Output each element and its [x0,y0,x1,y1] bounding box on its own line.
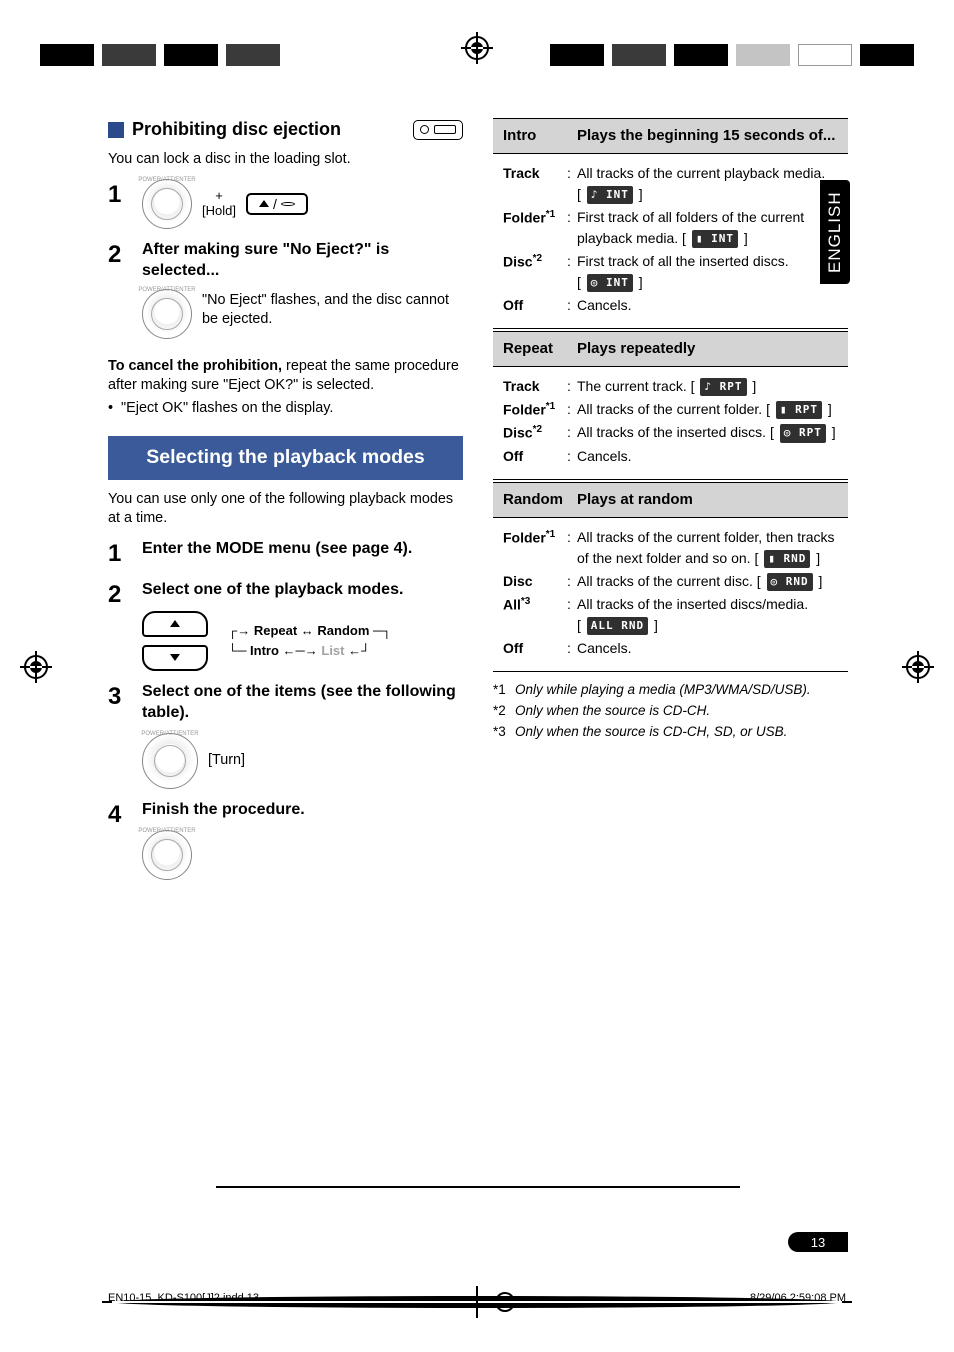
table-row: Disc*2 : First track of all the inserted… [503,251,838,293]
table-body: Track : All tracks of the current playba… [493,154,848,329]
step-number: 2 [108,579,128,611]
table-row: Folder*1 : First track of all folders of… [503,207,838,249]
cancel-bold: To cancel the prohibition, [108,358,282,374]
step-2-title: After making sure "No Eject?" is selecte… [142,239,463,281]
step-2-desc: "No Eject" flashes, and the disc cannot … [202,289,463,329]
table-row: Track : All tracks of the current playba… [503,163,838,205]
step-number: 1 [108,538,128,570]
table-row: Off : Cancels. [503,295,838,316]
pm-step-3: 3 Select one of the items (see the follo… [108,681,463,789]
crop-square [550,44,604,66]
pm-step-1-title: Enter the MODE menu (see page 4). [142,538,463,559]
cancel-block: To cancel the prohibition, repeat the sa… [108,357,463,418]
table-row: Folder*1 : All tracks of the current fol… [503,399,838,421]
registration-mark-icon [24,655,48,679]
footnote: *3Only when the source is CD-CH, SD, or … [493,722,848,743]
table-row: Disc*2 : All tracks of the inserted disc… [503,422,838,444]
crop-square [102,44,156,66]
table-header: IntroPlays the beginning 15 seconds of..… [493,119,848,154]
table-body: Track : The current track. [ ♪ RPT ] Fol… [493,367,848,480]
crop-square [798,44,852,66]
registration-mark-icon [906,655,930,679]
knob-icon: POWER/ATT/ENTER [142,830,192,880]
turn-label: [Turn] [208,751,245,770]
step-2: 2 After making sure "No Eject?" is selec… [108,239,463,339]
table-row: Off : Cancels. [503,638,838,659]
left-column: Prohibiting disc ejection You can lock a… [108,118,463,1258]
print-footer: EN10-15_KD-S100[J]2.indd 13 8/29/06 2:59… [108,1292,846,1312]
footer-hairline [216,1186,740,1188]
step-1: 1 POWER/ATT/ENTER + [Hold] / [108,179,463,229]
table-header: RepeatPlays repeatedly [493,332,848,367]
knob-icon: POWER/ATT/ENTER [142,289,192,339]
knob-icon: POWER/ATT/ENTER [142,733,198,789]
page-number-pill: 13 [788,1232,848,1252]
crop-square [226,44,280,66]
table-body: Folder*1 : All tracks of the current fol… [493,518,848,672]
crop-square [40,44,94,66]
crop-square [736,44,790,66]
section-title-text: Prohibiting disc ejection [132,118,341,142]
footnote: *2Only when the source is CD-CH. [493,701,848,722]
eject-slot-icon [413,120,463,140]
pm-step-4: 4 Finish the procedure. POWER/ATT/ENTER [108,799,463,880]
knob-icon: POWER/ATT/ENTER [142,179,192,229]
up-down-buttons-icon [142,611,208,671]
step-number: 3 [108,681,128,713]
footnotes: *1Only while playing a media (MP3/WMA/SD… [493,680,848,743]
table-row: Track : The current track. [ ♪ RPT ] [503,376,838,397]
mode-table: RepeatPlays repeatedly Track : The curre… [493,331,848,480]
pm-step-3-title: Select one of the items (see the followi… [142,681,463,723]
table-row: All*3 : All tracks of the inserted discs… [503,594,838,636]
section2-intro: You can use only one of the following pl… [108,490,463,528]
pm-step-2-title: Select one of the playback modes. [142,579,463,600]
section-band-playback: Selecting the playback modes [108,436,463,480]
mode-cycle-diagram: ┌→ Repeat ↔ Random ─┐ └─ Intro ←─→ List … [228,621,391,660]
table-row: Off : Cancels. [503,446,838,467]
crop-square [164,44,218,66]
right-column: ENGLISH IntroPlays the beginning 15 seco… [493,118,848,1258]
cancel-bullet: "Eject OK" flashes on the display. [121,400,333,416]
section-intro: You can lock a disc in the loading slot. [108,150,463,169]
pm-step-1: 1 Enter the MODE menu (see page 4). [108,538,463,570]
hold-label: + [Hold] [202,189,236,218]
table-header: RandomPlays at random [493,483,848,518]
step-number: 2 [108,239,128,271]
language-tab: ENGLISH [820,180,850,284]
table-row: Folder*1 : All tracks of the current fol… [503,527,838,569]
page-content: Prohibiting disc ejection You can lock a… [108,118,848,1258]
mode-tables: IntroPlays the beginning 15 seconds of..… [493,118,848,672]
crop-square [612,44,666,66]
step-number: 4 [108,799,128,831]
table-row: Disc : All tracks of the current disc. [… [503,571,838,592]
registration-mark-icon [495,1292,515,1312]
footnote: *1Only while playing a media (MP3/WMA/SD… [493,680,848,701]
section-title-prohibit: Prohibiting disc ejection [108,118,463,142]
pm-step-4-title: Finish the procedure. [142,799,463,820]
mode-table: RandomPlays at random Folder*1 : All tra… [493,482,848,672]
pm-step-2: 2 Select one of the playback modes. ┌→ R… [108,579,463,670]
crop-square [860,44,914,66]
crop-square [674,44,728,66]
registration-mark-icon [465,36,489,60]
eject-button-icon: / [246,193,308,215]
section-marker-icon [108,122,124,138]
step-number: 1 [108,179,128,211]
mode-table: IntroPlays the beginning 15 seconds of..… [493,118,848,329]
